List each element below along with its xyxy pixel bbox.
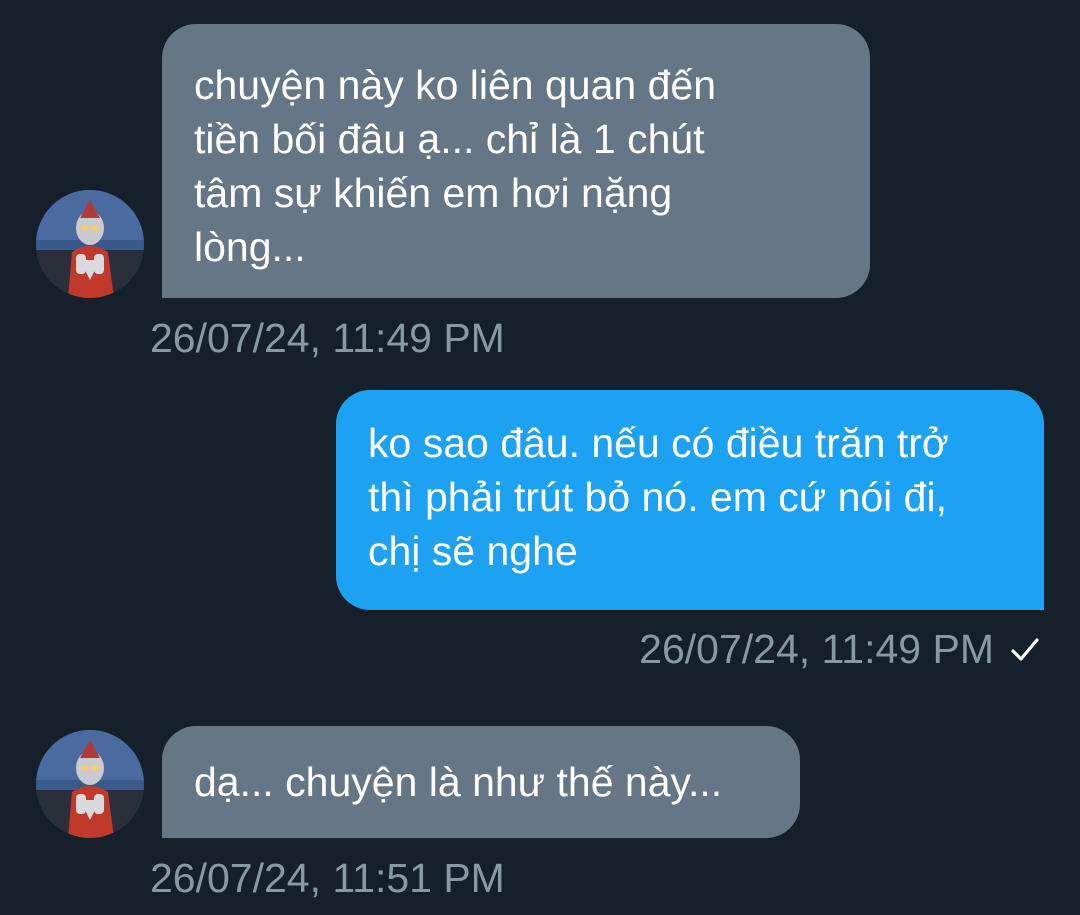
- message-timestamp: 26/07/24, 11:51 PM: [150, 855, 505, 901]
- avatar-image: [36, 730, 144, 838]
- sender-avatar[interactable]: [36, 190, 144, 298]
- message-timestamp: 26/07/24, 11:49 PM: [639, 626, 994, 672]
- message-bubble[interactable]: chuyện này ko liên quan đến tiền bối đâu…: [162, 24, 870, 298]
- avatar-image: [36, 190, 144, 298]
- message-bubble[interactable]: ko sao đâu. nếu có điều trăn trở thì phả…: [336, 390, 1044, 610]
- checkmark-icon: [1011, 638, 1039, 661]
- sender-avatar[interactable]: [36, 730, 144, 838]
- conversation-view: chuyện này ko liên quan đến tiền bối đâu…: [0, 0, 1080, 915]
- message-bubble[interactable]: dạ... chuyện là như thế này...: [162, 726, 800, 838]
- message-timestamp: 26/07/24, 11:49 PM: [150, 315, 505, 361]
- message-status-row: 26/07/24, 11:49 PM: [639, 624, 1040, 674]
